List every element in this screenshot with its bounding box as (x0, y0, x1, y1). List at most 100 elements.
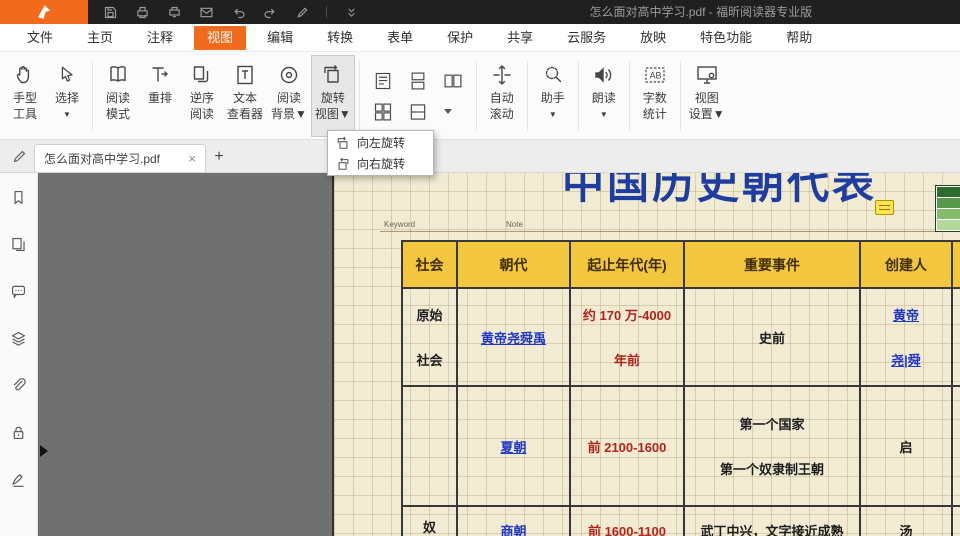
word-count-button[interactable]: AB 字数 统计 (634, 55, 676, 137)
facing-view-icon[interactable] (442, 70, 464, 92)
cell-society-1: 原始 社会 (403, 289, 458, 387)
sidebar-signature-button[interactable] (8, 469, 30, 489)
page-display-group (364, 55, 472, 137)
eye-target-icon (277, 60, 301, 90)
menu-tab-help[interactable]: 帮助 (773, 26, 825, 50)
sidebar-expand-handle[interactable] (40, 445, 48, 457)
book-icon (106, 60, 130, 90)
undo-icon[interactable] (230, 4, 246, 20)
hand-tool-button[interactable]: 手型 工具 (4, 55, 46, 137)
document-viewport[interactable]: 中国历史朝代表 Keyword Note 社会 朝代 起止年代(年) 重要事件 (38, 173, 960, 536)
sidebar-attachments-button[interactable] (8, 375, 30, 395)
menu-tab-edit[interactable]: 编辑 (254, 26, 306, 50)
quick-print-icon[interactable] (166, 4, 182, 20)
sidebar-bookmarks-button[interactable] (8, 187, 30, 207)
decorative-color-strip (935, 185, 960, 232)
menu-tab-share[interactable]: 共享 (494, 26, 546, 50)
founder-link[interactable]: 黄帝 (893, 305, 919, 324)
pencil-icon (12, 149, 27, 164)
quick-access-toolbar (102, 4, 359, 20)
cell-founder-1: 黄帝 尧|舜 (861, 289, 953, 387)
email-icon[interactable] (198, 4, 214, 20)
auto-scroll-button[interactable]: 自动 滚动 (481, 55, 523, 137)
redo-icon[interactable] (262, 4, 278, 20)
reflow-button[interactable]: 重排 (139, 55, 181, 137)
pen-icon[interactable] (294, 4, 310, 20)
menu-item-rotate-left[interactable]: 向左旋转 (329, 132, 432, 153)
new-tab-button[interactable]: + (206, 144, 232, 170)
ribbon-toolbar: 手型 工具 选择 ▼ 阅读 模式 重排 逆序 阅读 文本 查看器 (0, 52, 960, 140)
select-tool-button[interactable]: 选择 ▼ (46, 55, 88, 137)
save-icon[interactable] (102, 4, 118, 20)
header-founder: 创建人 (861, 242, 953, 289)
annotate-pencil-button[interactable] (6, 143, 32, 169)
menu-tab-cloud[interactable]: 云服务 (554, 26, 619, 50)
menu-tab-file[interactable]: 文件 (14, 26, 66, 50)
text-document-icon (233, 60, 257, 90)
cell-events-1: 史前 (685, 289, 861, 387)
ribbon-separator (359, 61, 360, 131)
lock-icon (10, 424, 27, 441)
cell-society-3: 奴 (403, 507, 458, 536)
pdf-page: 中国历史朝代表 Keyword Note 社会 朝代 起止年代(年) 重要事件 (332, 173, 960, 536)
menu-tab-convert[interactable]: 转换 (314, 26, 366, 50)
cell-extra-3 (953, 507, 960, 536)
sidebar-layers-button[interactable] (8, 328, 30, 348)
titlebar: 怎么面对高中学习.pdf - 福昕阅读器专业版 (0, 0, 960, 24)
split-view-icon[interactable] (407, 101, 429, 123)
header-period: 起止年代(年) (571, 242, 685, 289)
view-settings-button[interactable]: 视图 设置▼ (685, 55, 729, 137)
dynasty-link[interactable]: 夏朝 (500, 437, 526, 456)
continuous-view-icon[interactable] (407, 70, 429, 92)
tab-close-icon[interactable]: × (188, 152, 196, 165)
cell-founder-3: 汤 (861, 507, 953, 536)
menu-tab-comment[interactable]: 注释 (134, 26, 186, 50)
menu-tab-play[interactable]: 放映 (627, 26, 679, 50)
foxit-logo-icon (35, 3, 53, 21)
sidebar-pages-button[interactable] (8, 234, 30, 254)
assistant-button[interactable]: 助手 ▼ (532, 55, 574, 137)
single-page-view-icon[interactable] (372, 70, 394, 92)
ribbon-separator (92, 61, 93, 131)
cell-extra-2 (953, 387, 960, 507)
menu-tab-home[interactable]: 主页 (74, 26, 126, 50)
foxit-logo[interactable] (0, 0, 88, 24)
document-tab-title: 怎么面对高中学习.pdf (44, 150, 160, 167)
speaker-icon (592, 60, 616, 90)
keyword-label: Keyword (384, 220, 415, 229)
document-tab[interactable]: 怎么面对高中学习.pdf × (34, 144, 206, 172)
reverse-read-button[interactable]: 逆序 阅读 (181, 55, 223, 137)
pages-icon (10, 236, 27, 253)
menu-tab-form[interactable]: 表单 (374, 26, 426, 50)
text-viewer-button[interactable]: 文本 查看器 (223, 55, 267, 137)
cell-period-2: 前 2100-1600 (571, 387, 685, 507)
read-background-button[interactable]: 阅读 背景▼ (267, 55, 311, 137)
window-title: 怎么面对高中学习.pdf - 福昕阅读器专业版 (589, 0, 812, 24)
note-label: Note (506, 220, 523, 229)
qat-separator (326, 6, 327, 18)
menu-tab-protect[interactable]: 保护 (434, 26, 486, 50)
menu-tab-view[interactable]: 视图 (194, 26, 246, 50)
read-aloud-button[interactable]: 朗读 ▼ (583, 55, 625, 137)
cell-founder-2: 启 (861, 387, 953, 507)
header-extra (953, 242, 960, 289)
rotate-view-button[interactable]: 旋转 视图▼ (311, 55, 355, 137)
menu-item-rotate-right[interactable]: 向右旋转 (329, 153, 432, 174)
sidebar-security-button[interactable] (8, 422, 30, 442)
page-display-dropdown-icon[interactable] (444, 109, 452, 114)
founder-link[interactable]: 尧|舜 (891, 350, 921, 369)
dynasty-link[interactable]: 商朝 (500, 521, 526, 536)
hand-icon (13, 60, 37, 90)
continuous-facing-view-icon[interactable] (372, 101, 394, 123)
sidebar-comments-button[interactable] (8, 281, 30, 301)
qat-customize-chevron-icon[interactable] (343, 4, 359, 20)
note-annotation-icon[interactable] (875, 200, 894, 215)
word-count-icon: AB (643, 60, 667, 90)
dynasty-link[interactable]: 黄帝尧舜禹 (481, 328, 546, 347)
magnifier-icon (541, 60, 565, 90)
menu-tab-features[interactable]: 特色功能 (687, 26, 765, 50)
main-area: 中国历史朝代表 Keyword Note 社会 朝代 起止年代(年) 重要事件 (0, 173, 960, 536)
print-icon[interactable] (134, 4, 150, 20)
paperclip-icon (10, 377, 27, 394)
read-mode-button[interactable]: 阅读 模式 (97, 55, 139, 137)
